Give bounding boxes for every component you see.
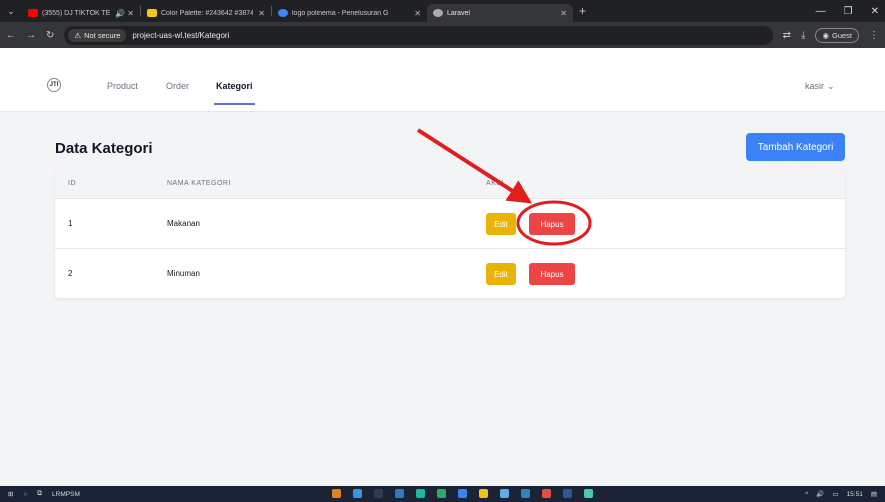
browser-tab[interactable]: (3555) DJ TIKTOK TERBARU 🔊 ✕ [22,4,140,22]
minimize-icon[interactable]: — [816,6,826,17]
youtube-icon [28,9,38,17]
reload-icon[interactable]: ↻ [46,30,54,41]
app-icon[interactable] [584,489,593,498]
download-icon[interactable]: ⤓ [801,30,805,41]
translate-icon[interactable]: ⇄ [783,30,791,41]
app-icon[interactable] [332,489,341,498]
security-chip[interactable]: ⚠ Not secure [68,28,127,42]
app-icon[interactable] [458,489,467,498]
app-icon[interactable] [395,489,404,498]
header-aksi: AKSI [486,180,504,187]
vscode-icon[interactable] [521,489,530,498]
tab-close-icon[interactable]: ✕ [560,9,567,18]
cell-id: 2 [68,269,73,278]
app-icon[interactable] [542,489,551,498]
cell-nama: Minuman [167,269,200,278]
windows-taskbar: ⊞ ○ ⧉ LRMPSM ^ 🔊 ▭ 15:51 ▤ [0,486,885,502]
maximize-icon[interactable]: ❐ [844,6,853,17]
tab-search-icon[interactable]: ⌄ [0,0,22,22]
profile-button[interactable]: ◉ Guest [815,27,859,43]
address-bar[interactable]: ⚠ Not secure project-uas-wl.test/Kategor… [64,25,773,45]
app-icon[interactable] [416,489,425,498]
notification-icon[interactable]: ▤ [871,490,877,498]
delete-button[interactable]: Hapus [529,213,575,235]
window-controls: — ❐ ✕ [816,6,885,17]
browser-tab[interactable]: Color Palette: #243642 #38747 ✕ [141,4,271,22]
edit-button[interactable]: Edit [486,213,516,235]
app-icon[interactable] [500,489,509,498]
cell-id: 1 [68,219,73,228]
app-icon[interactable] [437,489,446,498]
user-menu[interactable]: kasir ⌄ [805,81,835,92]
table-row: 2 Minuman Edit Hapus [55,248,845,298]
new-tab-button[interactable]: + [579,4,586,18]
tray-chevron-icon[interactable]: ^ [805,491,808,498]
table-header: ID NAMA KATEGORI AKSI [55,170,845,198]
google-icon [278,9,288,17]
search-icon[interactable]: ○ [23,491,27,498]
nav-link-order[interactable]: Order [166,81,189,91]
header-nama-kategori: NAMA KATEGORI [167,180,231,187]
globe-icon [433,9,443,17]
warning-icon: ⚠ [74,30,82,40]
profile-icon: ◉ [822,30,829,40]
url-text[interactable]: project-uas-wl.test/Kategori [132,31,229,40]
forward-icon[interactable]: → [26,30,36,41]
tab-close-icon[interactable]: ✕ [258,9,265,18]
app-navbar: JTI Product Order Kategori kasir ⌄ [0,48,885,112]
user-name: kasir [805,81,825,91]
app-icon[interactable] [374,489,383,498]
battery-icon[interactable]: ▭ [832,490,838,498]
word-icon[interactable] [563,489,572,498]
back-icon[interactable]: ← [6,30,16,41]
header-id: ID [68,180,76,187]
page-title: Data Kategori [55,140,153,157]
volume-icon[interactable]: 🔊 [816,490,824,498]
app-logo[interactable]: JTI [47,78,61,92]
browser-tab-active[interactable]: Laravel ✕ [427,4,573,22]
palette-icon [147,9,157,17]
taskbar-search-label[interactable]: LRMPSM [52,491,80,498]
browser-tab-strip: ⌄ (3555) DJ TIKTOK TERBARU 🔊 ✕ Color Pal… [0,0,885,22]
cell-nama: Makanan [167,219,200,228]
tab-close-icon[interactable]: 🔊 ✕ [115,9,134,18]
windows-start-icon[interactable]: ⊞ [8,490,13,498]
address-toolbar: ← → ↻ ⚠ Not secure project-uas-wl.test/K… [0,22,885,48]
edit-button[interactable]: Edit [486,263,516,285]
browser-tab[interactable]: logo polinema - Penelusuran G ✕ [272,4,427,22]
category-table: ID NAMA KATEGORI AKSI 1 Makanan Edit Hap… [55,170,845,298]
app-icon[interactable] [353,489,362,498]
nav-link-kategori[interactable]: Kategori [214,81,255,105]
table-row: 1 Makanan Edit Hapus [55,198,845,248]
menu-kebab-icon[interactable]: ⋮ [869,30,879,41]
clock[interactable]: 15:51 [847,491,863,498]
task-view-icon[interactable]: ⧉ [37,490,42,498]
taskbar-apps [332,489,593,498]
close-window-icon[interactable]: ✕ [871,6,879,17]
chrome-icon[interactable] [479,489,488,498]
chevron-down-icon: ⌄ [827,81,835,91]
nav-link-product[interactable]: Product [107,81,138,91]
tab-close-icon[interactable]: ✕ [414,9,421,18]
delete-button[interactable]: Hapus [529,263,575,285]
add-category-button[interactable]: Tambah Kategori [746,133,845,161]
